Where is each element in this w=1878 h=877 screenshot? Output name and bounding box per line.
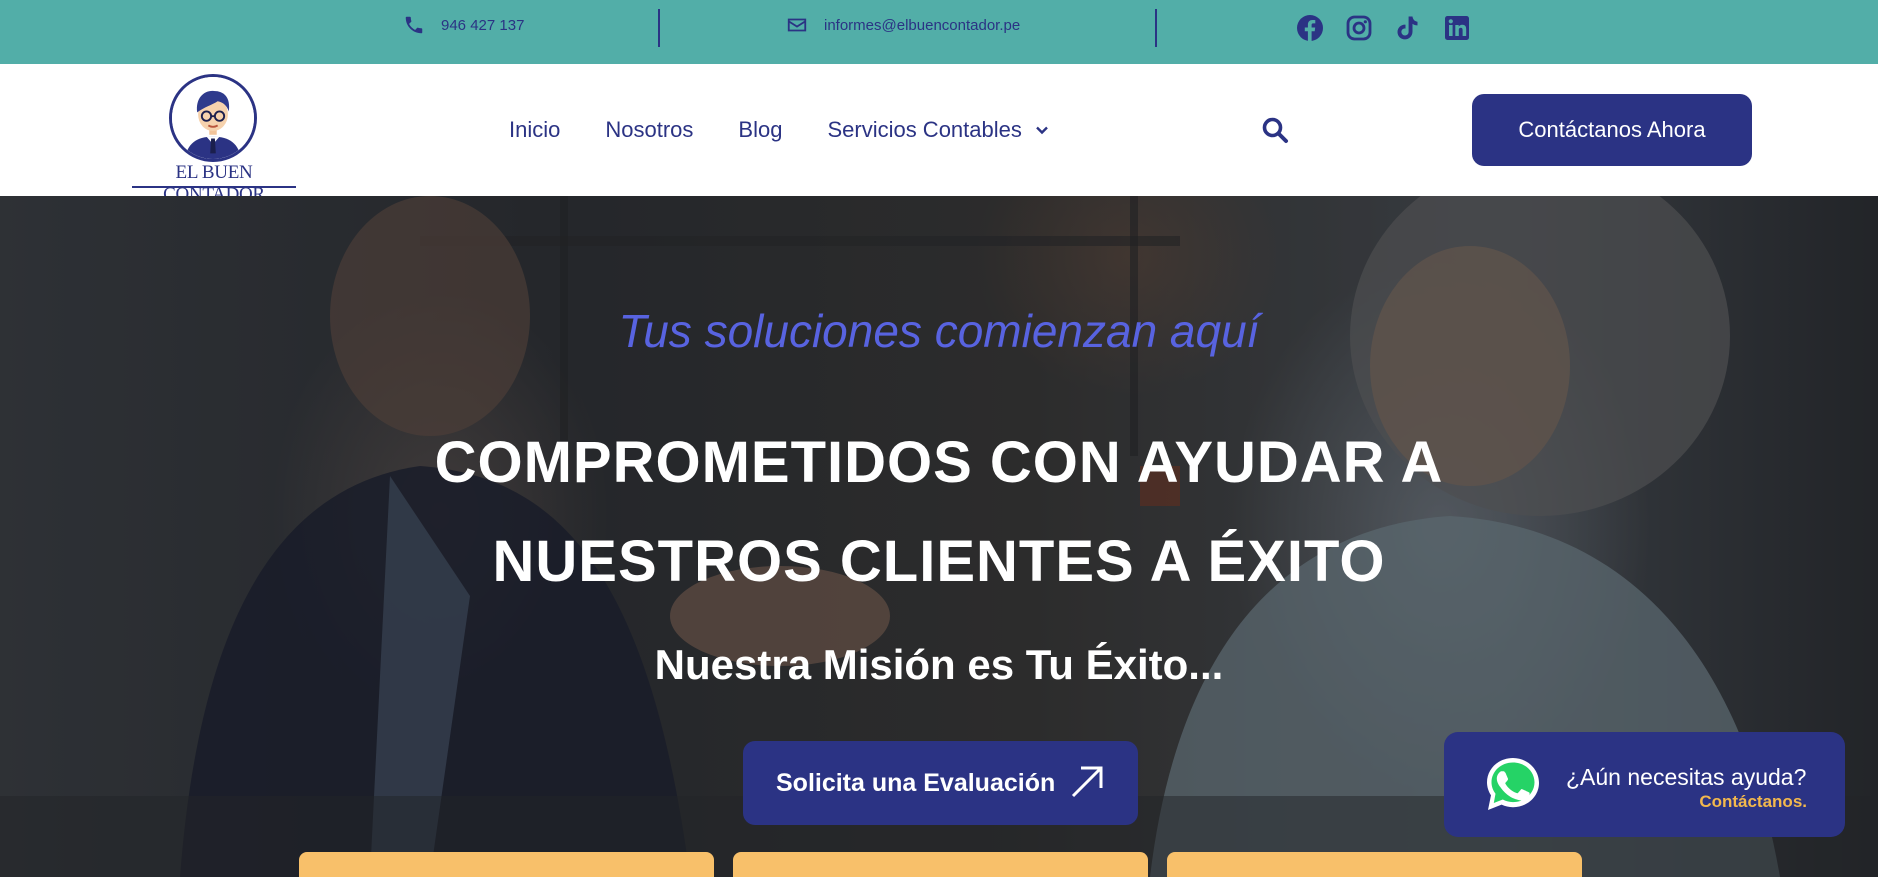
divider	[1155, 9, 1157, 47]
instagram-icon[interactable]	[1345, 14, 1373, 42]
chevron-down-icon	[1036, 126, 1048, 135]
logo-underline	[132, 186, 296, 188]
main-nav: Inicio Nosotros Blog Servicios Contables	[509, 64, 1095, 196]
logo-badge	[169, 74, 257, 162]
hero-tagline: Tus soluciones comienzan aquí	[618, 305, 1260, 357]
facebook-icon[interactable]	[1296, 14, 1324, 42]
whatsapp-subtitle: Contáctanos.	[1699, 792, 1807, 811]
phone-contact[interactable]: 946 427 137	[403, 0, 524, 50]
hero-mission: Nuestra Misión es Tu Éxito...	[654, 641, 1224, 688]
nav-item-inicio[interactable]: Inicio	[509, 117, 560, 143]
top-contact-bar: 946 427 137 informes@elbuencontador.pe	[0, 0, 1878, 64]
hero-headline: COMPROMETIDOS CON AYUDAR A NUESTROS CLIE…	[0, 413, 1878, 611]
whatsapp-widget[interactable]: ¿Aún necesitas ayuda? Contáctanos.	[1444, 732, 1845, 837]
whatsapp-title: ¿Aún necesitas ayuda?	[1566, 764, 1807, 790]
arrow-up-right-icon	[1071, 766, 1103, 798]
email-contact[interactable]: informes@elbuencontador.pe	[786, 0, 1020, 50]
whatsapp-icon	[1482, 756, 1544, 812]
nav-item-nosotros[interactable]: Nosotros	[605, 117, 693, 143]
linkedin-icon[interactable]	[1443, 14, 1471, 42]
phone-icon	[405, 16, 423, 34]
social-links	[1296, 14, 1471, 42]
site-header: EL BUEN CONTADOR Inicio Nosotros Blog Se…	[0, 64, 1878, 205]
divider	[658, 9, 660, 47]
search-icon[interactable]	[1261, 116, 1289, 144]
email-address: informes@elbuencontador.pe	[824, 16, 1021, 34]
nav-item-servicios-contables[interactable]: Servicios Contables	[827, 117, 1049, 143]
tiktok-icon[interactable]	[1394, 14, 1422, 42]
contact-now-button[interactable]: Contáctanos Ahora	[1472, 94, 1752, 166]
service-card[interactable]	[299, 852, 714, 877]
headline-line-1: COMPROMETIDOS CON AYUDAR A	[434, 430, 1444, 495]
service-card[interactable]	[733, 852, 1148, 877]
phone-number: 946 427 137	[441, 16, 525, 34]
nav-item-label: Servicios Contables	[827, 117, 1022, 142]
logo[interactable]: EL BUEN CONTADOR	[130, 74, 298, 205]
service-card[interactable]	[1167, 852, 1582, 877]
request-evaluation-button[interactable]: Solicita una Evaluación	[743, 741, 1138, 825]
mail-icon	[787, 18, 807, 32]
nav-item-blog[interactable]: Blog	[738, 117, 782, 143]
request-evaluation-label: Solicita una Evaluación	[776, 768, 1056, 797]
headline-line-2: NUESTROS CLIENTES A ÉXITO	[492, 529, 1386, 594]
